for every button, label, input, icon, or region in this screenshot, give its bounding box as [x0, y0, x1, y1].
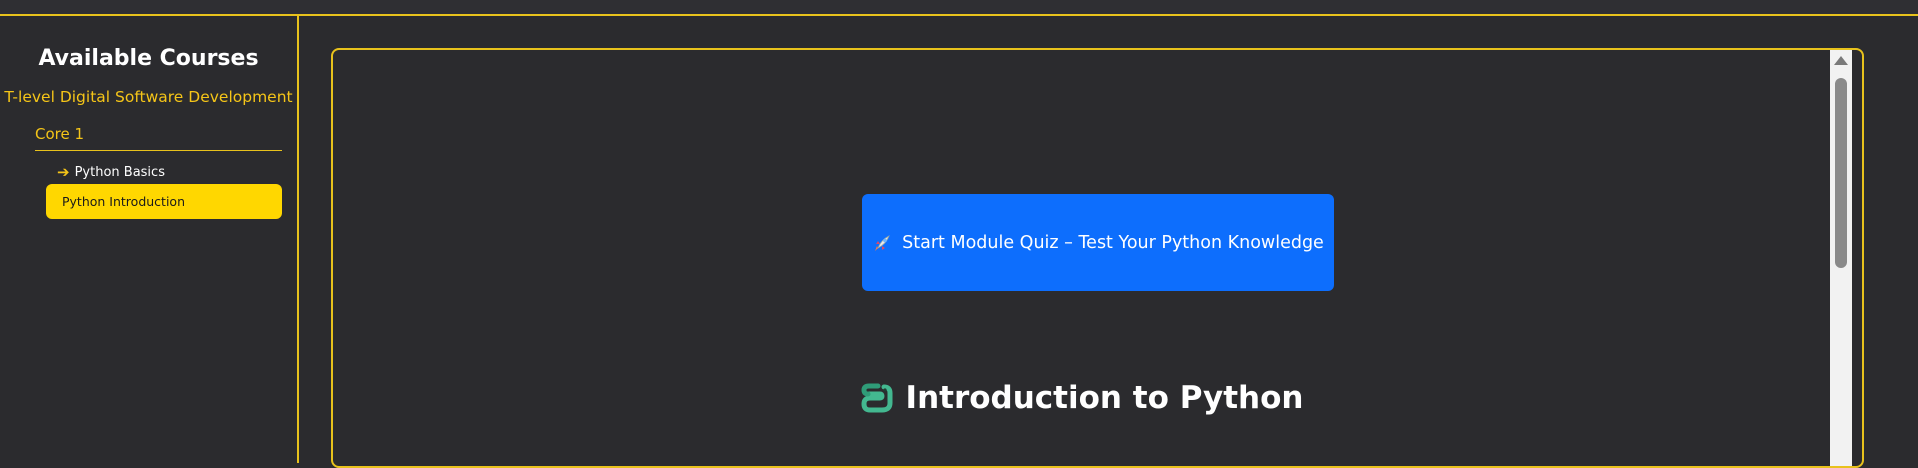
quiz-button-label: Start Module Quiz – Test Your Python Kno… [902, 232, 1324, 253]
scroll-up-arrow-icon[interactable] [1834, 56, 1848, 65]
module-link[interactable]: ➔ Python Basics [57, 163, 165, 181]
content-frame: Start Module Quiz – Test Your Python Kno… [331, 48, 1864, 468]
python-snake-icon [860, 381, 894, 415]
sidebar-title: Available Courses [38, 46, 259, 71]
start-quiz-button[interactable]: Start Module Quiz – Test Your Python Kno… [862, 194, 1334, 291]
lesson-item-python-introduction[interactable]: Python Introduction [46, 184, 282, 219]
vertical-scrollbar[interactable] [1830, 50, 1852, 466]
page-title: Introduction to Python [333, 380, 1830, 416]
course-link[interactable]: T-level Digital Software Development [0, 88, 297, 106]
top-bar [0, 0, 1918, 16]
core-link[interactable]: Core 1 [35, 125, 282, 151]
rocket-icon [872, 232, 894, 254]
sidebar: Available Courses T-level Digital Softwa… [0, 16, 299, 463]
scrollbar-thumb[interactable] [1835, 78, 1847, 268]
module-label: Python Basics [74, 164, 165, 180]
page-title-text: Introduction to Python [905, 380, 1304, 416]
arrow-right-icon: ➔ [57, 163, 70, 181]
